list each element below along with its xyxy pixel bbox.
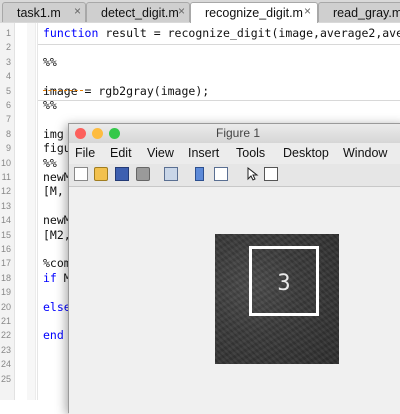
close-icon[interactable]: × xyxy=(74,4,81,18)
code-text[interactable]: newM xyxy=(43,213,71,227)
property-inspector-icon[interactable] xyxy=(264,167,278,181)
line-number: 22 xyxy=(0,330,11,341)
line-number: 14 xyxy=(0,215,11,226)
menu-tools[interactable]: Tools xyxy=(236,146,265,160)
code-line[interactable]: 2 xyxy=(0,40,400,54)
line-number: 23 xyxy=(0,344,11,355)
line-number: 21 xyxy=(0,316,11,326)
line-number: 20 xyxy=(0,301,11,312)
detection-box: 3 xyxy=(249,246,319,316)
cell-divider xyxy=(38,100,400,101)
code-text[interactable]: [M2, xyxy=(43,228,71,242)
code-text[interactable]: if M xyxy=(43,271,71,285)
code-line[interactable]: 3%% xyxy=(0,55,400,69)
line-number: 11 xyxy=(1,172,11,182)
tab-label: read_gray.m xyxy=(333,6,400,20)
figure-title: Figure 1 xyxy=(215,126,261,140)
line-number: 17 xyxy=(0,258,11,269)
code-line[interactable]: 1 function result = recognize_digit(image… xyxy=(0,26,400,40)
line-number: 10 xyxy=(0,157,11,168)
close-icon[interactable]: × xyxy=(304,4,311,18)
figure-window[interactable]: Figure 1 File Edit View Insert Tools Des… xyxy=(68,123,400,414)
line-number: 25 xyxy=(0,373,11,384)
code-text[interactable]: figu xyxy=(43,141,71,155)
code-text[interactable]: %% xyxy=(43,55,57,69)
open-file-icon[interactable] xyxy=(94,167,108,181)
close-icon[interactable]: × xyxy=(178,4,185,18)
line-number: 4 xyxy=(5,71,11,82)
tab-detect-digit[interactable]: detect_digit.m xyxy=(86,2,190,22)
code-text[interactable]: else xyxy=(43,300,71,314)
line-number: 6 xyxy=(5,100,11,110)
warning-underline xyxy=(43,87,83,91)
figure-toolbar xyxy=(69,164,400,187)
code-text[interactable]: [M, xyxy=(43,184,64,198)
menu-insert[interactable]: Insert xyxy=(188,146,219,160)
line-number: 19 xyxy=(0,287,11,298)
tab-label: recognize_digit.m xyxy=(205,6,303,20)
line-number: 16 xyxy=(0,244,11,254)
line-number: 3 xyxy=(5,56,11,67)
code-text[interactable]: %com xyxy=(43,256,71,270)
line-number: 2 xyxy=(5,42,11,53)
tab-recognize-digit[interactable]: recognize_digit.m xyxy=(190,2,318,24)
line-number: 5 xyxy=(5,85,11,96)
save-icon[interactable] xyxy=(115,167,129,181)
line-number: 13 xyxy=(0,200,11,211)
figure-menubar: File Edit View Insert Tools Desktop Wind… xyxy=(69,143,400,164)
digit-label: 3 xyxy=(277,271,291,296)
tab-read-gray[interactable]: read_gray.m xyxy=(318,2,400,22)
link-plot-icon[interactable] xyxy=(195,167,204,181)
code-text[interactable]: img xyxy=(43,127,64,141)
code-text[interactable]: newM xyxy=(43,170,71,184)
line-number: 18 xyxy=(0,272,11,283)
editor-tab-bar: task1.m detect_digit.m recognize_digit.m… xyxy=(0,0,400,24)
code-text[interactable]: function result = recognize_digit(image,… xyxy=(43,26,400,40)
insert-legend-icon[interactable] xyxy=(214,167,228,181)
menu-desktop[interactable]: Desktop xyxy=(283,146,329,160)
tab-label: task1.m xyxy=(17,6,61,20)
line-number: 24 xyxy=(0,359,11,370)
menu-file[interactable]: File xyxy=(75,146,95,160)
pointer-icon[interactable] xyxy=(245,166,259,181)
code-text[interactable]: %% xyxy=(43,156,57,170)
menu-edit[interactable]: Edit xyxy=(110,146,132,160)
code-text[interactable]: end xyxy=(43,328,64,342)
line-number: 7 xyxy=(5,114,11,125)
line-number: 9 xyxy=(5,143,11,154)
figure-canvas[interactable]: 3 xyxy=(69,187,400,414)
menu-view[interactable]: View xyxy=(147,146,174,160)
print-preview-icon[interactable] xyxy=(164,167,178,181)
line-number: 15 xyxy=(0,229,11,240)
new-figure-icon[interactable] xyxy=(74,167,88,181)
cell-divider xyxy=(38,44,400,45)
code-line[interactable]: 4 xyxy=(0,69,400,83)
line-number: 8 xyxy=(5,128,11,139)
print-icon[interactable] xyxy=(136,167,150,181)
menu-window[interactable]: Window xyxy=(343,146,387,160)
line-number: 1 xyxy=(5,28,11,38)
digit-image: 3 xyxy=(215,234,339,364)
line-number: 12 xyxy=(0,186,11,197)
figure-titlebar[interactable]: Figure 1 xyxy=(69,124,400,144)
tab-label: detect_digit.m xyxy=(101,6,179,20)
